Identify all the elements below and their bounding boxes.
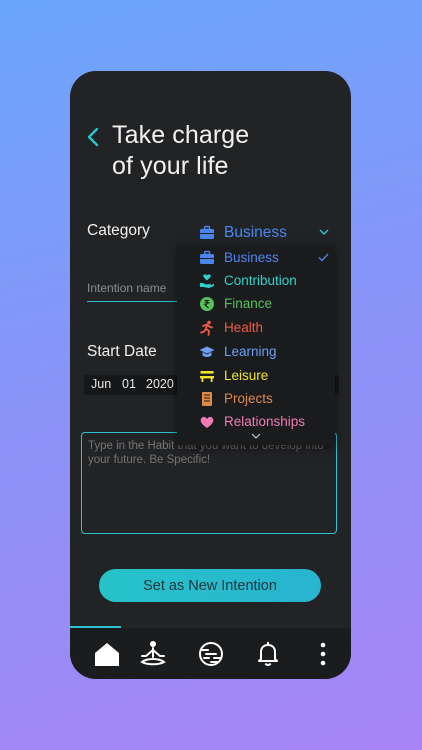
intention-input-underline [87, 301, 177, 302]
title-line-1: Take charge [112, 121, 250, 149]
category-option-learning[interactable]: Learning [177, 341, 335, 363]
briefcase-icon [200, 225, 214, 239]
running-person-icon [200, 320, 213, 336]
category-option-business[interactable]: Business [177, 247, 335, 269]
category-option-health[interactable]: Health [177, 317, 335, 339]
chevron-down-icon[interactable] [319, 228, 329, 236]
graduation-cap-icon [199, 346, 215, 357]
page-title: Take charge of your life [112, 120, 249, 182]
date-year[interactable]: 2020 [146, 377, 174, 391]
category-option-contribution[interactable]: Contribution [177, 270, 335, 292]
category-option-label: Leisure [224, 368, 269, 383]
category-option-label: Relationships [224, 414, 306, 429]
category-option-leisure[interactable]: Leisure [177, 365, 335, 387]
category-option-relationships[interactable]: Relationships [177, 411, 335, 433]
date-month[interactable]: Jun [91, 377, 111, 391]
category-option-label: Finance [224, 296, 273, 311]
heart-icon [200, 416, 214, 428]
category-label: Category [87, 222, 150, 239]
category-select[interactable]: Business [177, 223, 335, 246]
bench-icon [200, 371, 214, 382]
helping-hand-icon [200, 274, 214, 288]
check-icon [318, 253, 329, 262]
set-intention-button[interactable]: Set as New Intention [99, 569, 321, 602]
category-option-label: Learning [224, 344, 277, 359]
rupee-coin-icon [200, 297, 214, 311]
category-option-label: Projects [224, 391, 273, 406]
meditation-icon[interactable] [138, 639, 168, 669]
category-selected-value: Business [224, 224, 287, 241]
category-option-projects[interactable]: Projects [177, 388, 335, 410]
back-arrow-icon[interactable] [86, 127, 100, 147]
start-date-label: Start Date [87, 343, 157, 360]
phone-screen: Take charge of your life Category Busine… [70, 71, 351, 679]
notebook-icon [202, 392, 212, 406]
bell-icon[interactable] [253, 639, 283, 669]
date-day[interactable]: 01 [122, 377, 136, 391]
scroll-down-chevron-icon[interactable] [251, 433, 261, 440]
home-icon[interactable] [92, 639, 122, 669]
habit-description-textarea[interactable] [81, 432, 337, 534]
title-line-2: of your life [112, 152, 229, 180]
briefcase-icon [200, 250, 214, 264]
category-dropdown: Business Contribution Finance Health Lea… [177, 245, 335, 445]
intention-name-input[interactable]: Intention name [87, 281, 166, 295]
category-option-label: Contribution [224, 273, 297, 288]
category-option-label: Business [224, 250, 279, 265]
category-option-finance[interactable]: Finance [177, 293, 335, 315]
more-icon[interactable] [308, 639, 338, 669]
globe-icon[interactable] [196, 639, 226, 669]
category-option-label: Health [224, 320, 264, 335]
